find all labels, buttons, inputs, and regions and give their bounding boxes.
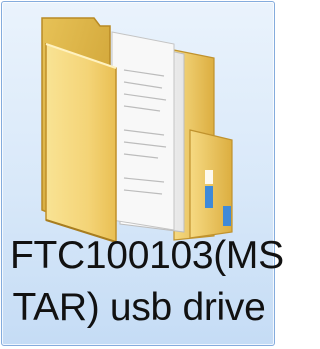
folder-icon (41, 17, 233, 244)
folder-name-label: FTC100103(MS TAR) usb drive (10, 230, 284, 334)
folder-name-line-1: FTC100103(MS (10, 234, 284, 277)
folder-name-line-2: TAR) usb drive (12, 286, 266, 329)
folder-item[interactable]: FTC100103(MS TAR) usb drive (1, 1, 284, 346)
